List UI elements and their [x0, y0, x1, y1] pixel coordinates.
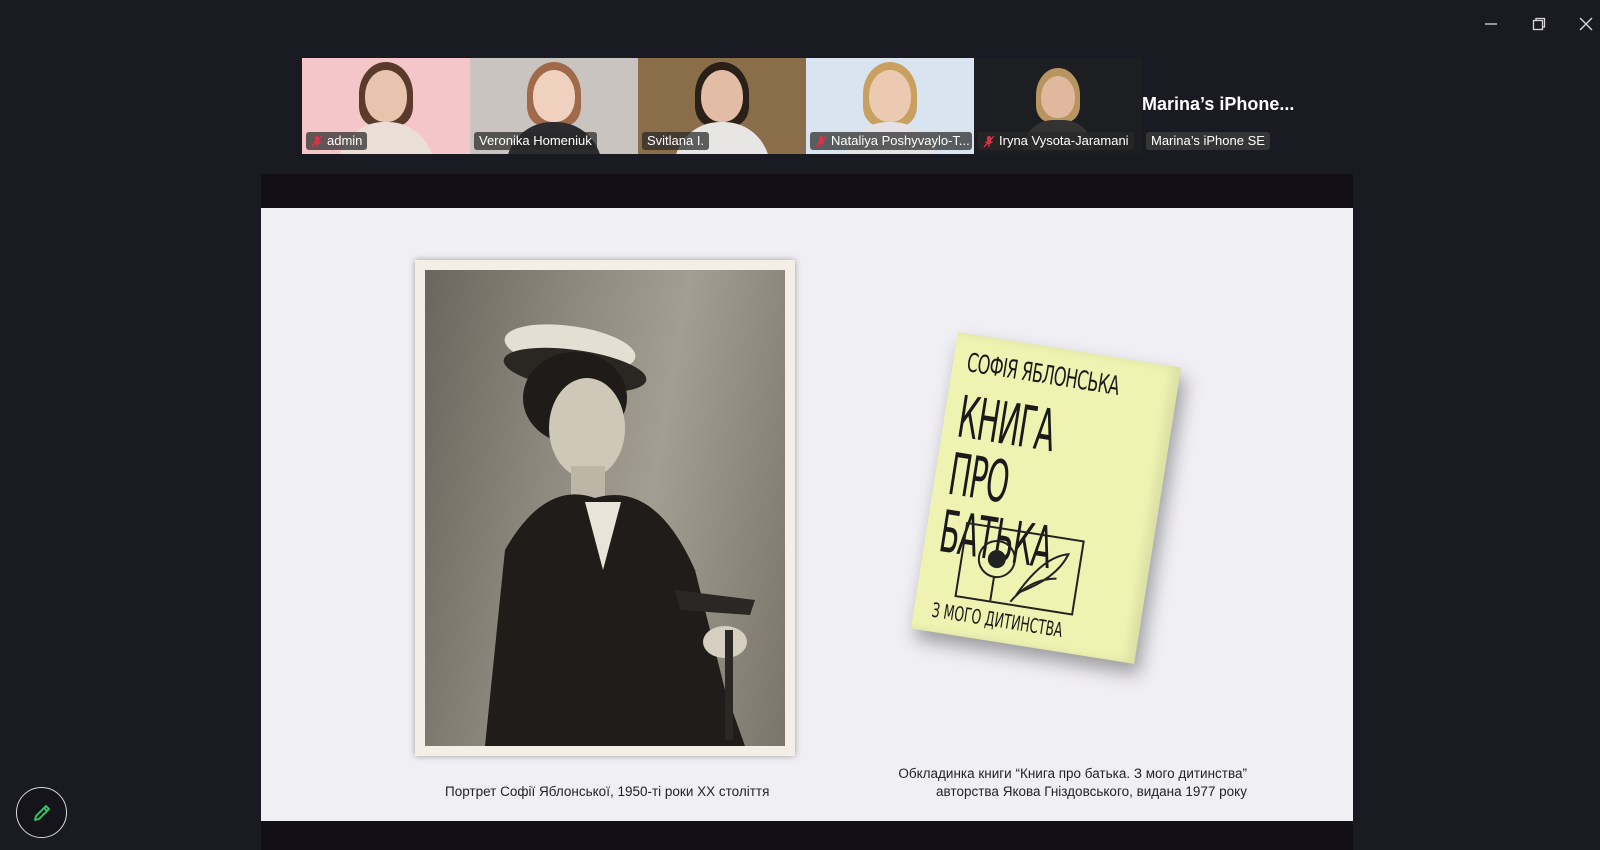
close-icon — [1579, 17, 1593, 31]
annotate-button[interactable] — [16, 787, 67, 838]
participant-video-face — [701, 70, 743, 122]
participant-name-tag: Svitlana I. — [642, 132, 710, 150]
participant-name-tag: Marina’s iPhone SE — [1146, 132, 1270, 150]
participant-name-tag: admin — [306, 132, 368, 150]
participant-video-face — [365, 70, 407, 122]
portrait-figure — [485, 324, 755, 746]
participant-name: Iryna Vysota-Jaramani — [999, 133, 1129, 148]
participant-video-face — [869, 70, 911, 122]
participant-name: Veronika Homeniuk — [479, 133, 592, 148]
participant-title: Marina’s iPhone... — [1142, 94, 1295, 114]
participant-tile[interactable]: admin — [302, 58, 470, 154]
book-caption: Обкладинка книги “Книга про батька. З мо… — [898, 766, 1247, 799]
participant-strip: admin Veronika Homeniuk Svitlana I. Nata… — [302, 58, 1322, 154]
participant-tile-phone[interactable]: Marina’s iPhone... Marina’s iPhone SE — [1142, 58, 1322, 154]
participant-name: Svitlana I. — [647, 133, 705, 148]
participant-video-face — [1041, 76, 1075, 118]
portrait-caption: Портрет Софії Яблонської, 1950-ті роки X… — [445, 784, 770, 799]
portrait-photo-image — [425, 270, 785, 746]
participant-name-tag: Veronika Homeniuk — [474, 132, 597, 150]
participant-name-tag: Iryna Vysota-Jaramani — [978, 132, 1134, 150]
participant-tile[interactable]: Nataliya Poshyvaylo-T... — [806, 58, 974, 154]
participant-tile[interactable]: Iryna Vysota-Jaramani — [974, 58, 1142, 154]
pencil-icon — [33, 804, 50, 821]
mic-muted-icon — [311, 135, 323, 148]
participant-video-face — [533, 70, 575, 122]
participant-name: Nataliya Poshyvaylo-T... — [831, 133, 970, 148]
close-button[interactable] — [1572, 10, 1600, 38]
portrait-photo — [415, 260, 795, 756]
participant-tile[interactable]: Veronika Homeniuk — [470, 58, 638, 154]
participant-name-tag: Nataliya Poshyvaylo-T... — [810, 132, 972, 150]
participant-name: admin — [327, 133, 363, 148]
participant-tile-active-speaker[interactable]: Svitlana I. — [638, 58, 806, 154]
minimize-button[interactable] — [1477, 10, 1505, 38]
sunflower-emblem-icon — [954, 521, 1085, 616]
mic-muted-icon — [815, 135, 827, 148]
restore-button[interactable] — [1525, 10, 1553, 38]
presentation-slide: СОФІЯ ЯБЛОНСЬКА КНИГА ПРО БАТЬКА З МОГО … — [261, 208, 1353, 821]
minimize-icon — [1485, 23, 1497, 25]
restore-icon — [1532, 17, 1546, 31]
mic-muted-icon — [983, 135, 995, 148]
book-cover: СОФІЯ ЯБЛОНСЬКА КНИГА ПРО БАТЬКА З МОГО … — [910, 332, 1182, 664]
